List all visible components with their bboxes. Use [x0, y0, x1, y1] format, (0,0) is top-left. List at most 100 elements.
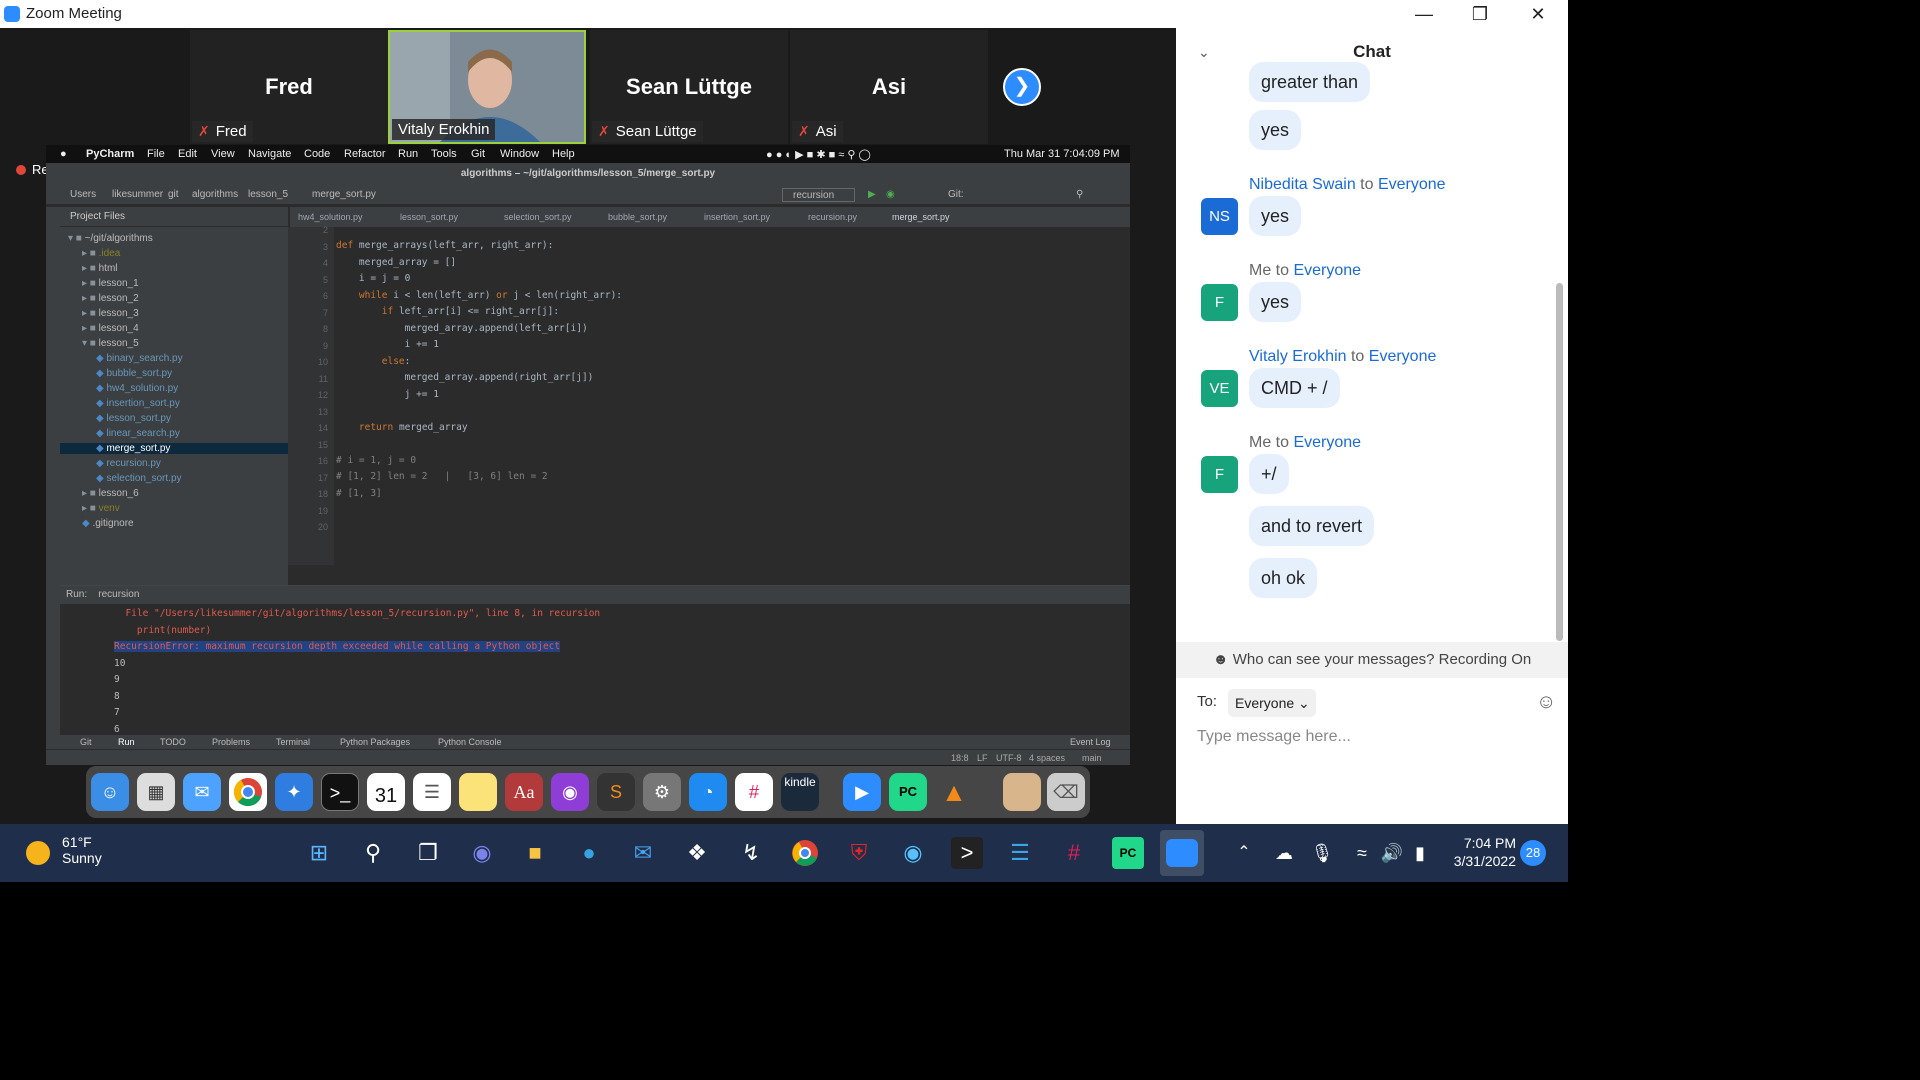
menu-refactor[interactable]: Refactor: [344, 148, 386, 160]
message-bubble[interactable]: CMD + /: [1249, 368, 1340, 408]
menu-git[interactable]: Git: [471, 148, 485, 160]
tab-todo[interactable]: TODO: [160, 735, 186, 749]
run-config-select[interactable]: recursion: [782, 188, 856, 202]
message-bubble[interactable]: yes: [1249, 110, 1302, 150]
terminal-icon[interactable]: >_: [321, 773, 359, 811]
message-bubble[interactable]: yes: [1249, 282, 1302, 322]
system-preferences-icon[interactable]: ⚙: [643, 773, 681, 811]
menu-view[interactable]: View: [211, 148, 235, 160]
event-log[interactable]: Event Log: [1070, 735, 1111, 749]
cursor-position[interactable]: 18:8: [951, 750, 969, 766]
slack-icon[interactable]: #: [1058, 837, 1090, 869]
tab-merge-sort[interactable]: merge_sort.py: [892, 207, 950, 229]
microphone-icon[interactable]: 🎙: [1306, 837, 1338, 869]
tree-folder[interactable]: ▸ ■ lesson_4: [60, 323, 288, 334]
tab-lesson-sort[interactable]: lesson_sort.py: [400, 207, 458, 227]
tree-folder[interactable]: ▸ ■ venv: [60, 503, 288, 514]
debug-icon[interactable]: ◉: [886, 185, 895, 205]
tree-folder[interactable]: ▸ ■ lesson_6: [60, 488, 288, 499]
tab-bubble-sort[interactable]: bubble_sort.py: [608, 207, 667, 227]
restore-button[interactable]: ❐: [1460, 2, 1500, 26]
participant-tile[interactable]: Sean Lüttge ✗ Sean Lüttge: [590, 30, 788, 144]
battery-icon[interactable]: ▮: [1404, 837, 1436, 869]
menu-tools[interactable]: Tools: [431, 148, 457, 160]
start-icon[interactable]: ⊞: [303, 837, 335, 869]
tree-folder[interactable]: ▸ ■ html: [60, 263, 288, 274]
run-tab[interactable]: recursion: [98, 589, 139, 600]
notification-badge[interactable]: 28: [1520, 840, 1546, 866]
pycharm-icon[interactable]: PC: [889, 773, 927, 811]
edge-icon[interactable]: ●: [573, 837, 605, 869]
breadcrumb-item[interactable]: lesson_5: [248, 185, 288, 205]
project-header[interactable]: Project Files: [60, 207, 288, 227]
tree-folder[interactable]: ▸ ■ lesson_2: [60, 293, 288, 304]
safari-icon[interactable]: ✦: [275, 773, 313, 811]
dropbox-icon[interactable]: ❖: [681, 837, 713, 869]
mail-icon[interactable]: ✉: [627, 837, 659, 869]
git-branch[interactable]: main: [1082, 750, 1102, 766]
zoom-icon[interactable]: ▶: [843, 773, 881, 811]
menu-code[interactable]: Code: [304, 148, 330, 160]
tree-folder[interactable]: ▾ ■ lesson_5: [60, 338, 288, 349]
tree-file[interactable]: ◆ bubble_sort.py: [60, 368, 288, 379]
dictionary-icon[interactable]: Aa: [505, 773, 543, 811]
finder-icon[interactable]: ☺: [91, 773, 129, 811]
menu-edit[interactable]: Edit: [178, 148, 197, 160]
tab-python-console[interactable]: Python Console: [438, 735, 502, 749]
close-button[interactable]: ✕: [1518, 2, 1558, 26]
menu-run[interactable]: Run: [398, 148, 418, 160]
menu-window[interactable]: Window: [500, 148, 539, 160]
tree-folder[interactable]: ▸ ■ lesson_1: [60, 278, 288, 289]
tab-recursion[interactable]: recursion.py: [808, 207, 857, 227]
slack-icon[interactable]: #: [735, 773, 773, 811]
chevron-up-icon[interactable]: ⌃: [1228, 837, 1260, 869]
breadcrumb-item[interactable]: likesummer: [112, 185, 163, 205]
tab-insertion-sort[interactable]: insertion_sort.py: [704, 207, 770, 227]
recipient-select[interactable]: Everyone ⌄: [1228, 689, 1316, 717]
zoom-active-icon[interactable]: [1160, 830, 1204, 876]
search-icon[interactable]: ⚲: [1076, 185, 1083, 205]
tree-file[interactable]: ◆ hw4_solution.py: [60, 383, 288, 394]
tab-run[interactable]: Run: [118, 735, 135, 749]
teams-chat-icon[interactable]: ◉: [466, 837, 498, 869]
mcafee-icon[interactable]: ⛨: [843, 837, 875, 869]
breadcrumb-item[interactable]: merge_sort.py: [312, 185, 376, 205]
message-bubble[interactable]: +/: [1249, 454, 1289, 494]
participant-tile-active-speaker[interactable]: Vitaly Erokhin: [388, 30, 586, 144]
calendar-icon[interactable]: 31: [367, 773, 405, 811]
tree-folder[interactable]: ▸ ■ lesson_3: [60, 308, 288, 319]
tree-file[interactable]: ◆ insertion_sort.py: [60, 398, 288, 409]
trash-icon[interactable]: ⌫: [1047, 773, 1085, 811]
message-bubble[interactable]: oh ok: [1249, 558, 1318, 598]
tab-python-packages[interactable]: Python Packages: [340, 735, 410, 749]
tree-file[interactable]: ◆ recursion.py: [60, 458, 288, 469]
tree-file[interactable]: ◆ lesson_sort.py: [60, 413, 288, 424]
wifi-icon[interactable]: ≈: [1346, 837, 1378, 869]
search-icon[interactable]: ⚲: [357, 837, 389, 869]
tab-git[interactable]: Git: [80, 735, 92, 749]
chrome-icon[interactable]: [229, 773, 267, 811]
terminal-icon[interactable]: >: [951, 837, 983, 869]
tree-file[interactable]: ◆ linear_search.py: [60, 428, 288, 439]
tab-problems[interactable]: Problems: [212, 735, 250, 749]
kindle-icon[interactable]: kindle: [781, 773, 819, 811]
tab-selection-sort[interactable]: selection_sort.py: [504, 207, 572, 227]
indent-setting[interactable]: 4 spaces: [1029, 750, 1065, 766]
line-separator[interactable]: LF: [977, 750, 988, 766]
minimize-button[interactable]: —: [1404, 2, 1444, 26]
launchpad-icon[interactable]: ▦: [137, 773, 175, 811]
breadcrumb-item[interactable]: Users: [70, 185, 96, 205]
onedrive-icon[interactable]: ☁: [1268, 837, 1300, 869]
participant-tile[interactable]: Fred ✗ Fred: [190, 30, 388, 144]
breadcrumb-item[interactable]: git: [168, 185, 179, 205]
participant-tile[interactable]: Asi ✗ Asi: [790, 30, 988, 144]
paint-icon[interactable]: ◉: [897, 837, 929, 869]
code-editor[interactable]: def merge_arrays(left_arr, right_arr): m…: [336, 227, 1076, 565]
breadcrumb-item[interactable]: algorithms: [192, 185, 238, 205]
app-menu[interactable]: PyCharm: [86, 148, 134, 160]
preview-photo-icon[interactable]: [1003, 773, 1041, 811]
file-explorer-icon[interactable]: ■: [519, 837, 551, 869]
vlc-icon[interactable]: ▲: [935, 773, 973, 811]
tree-file[interactable]: ◆ binary_search.py: [60, 353, 288, 364]
tab-terminal[interactable]: Terminal: [276, 735, 310, 749]
